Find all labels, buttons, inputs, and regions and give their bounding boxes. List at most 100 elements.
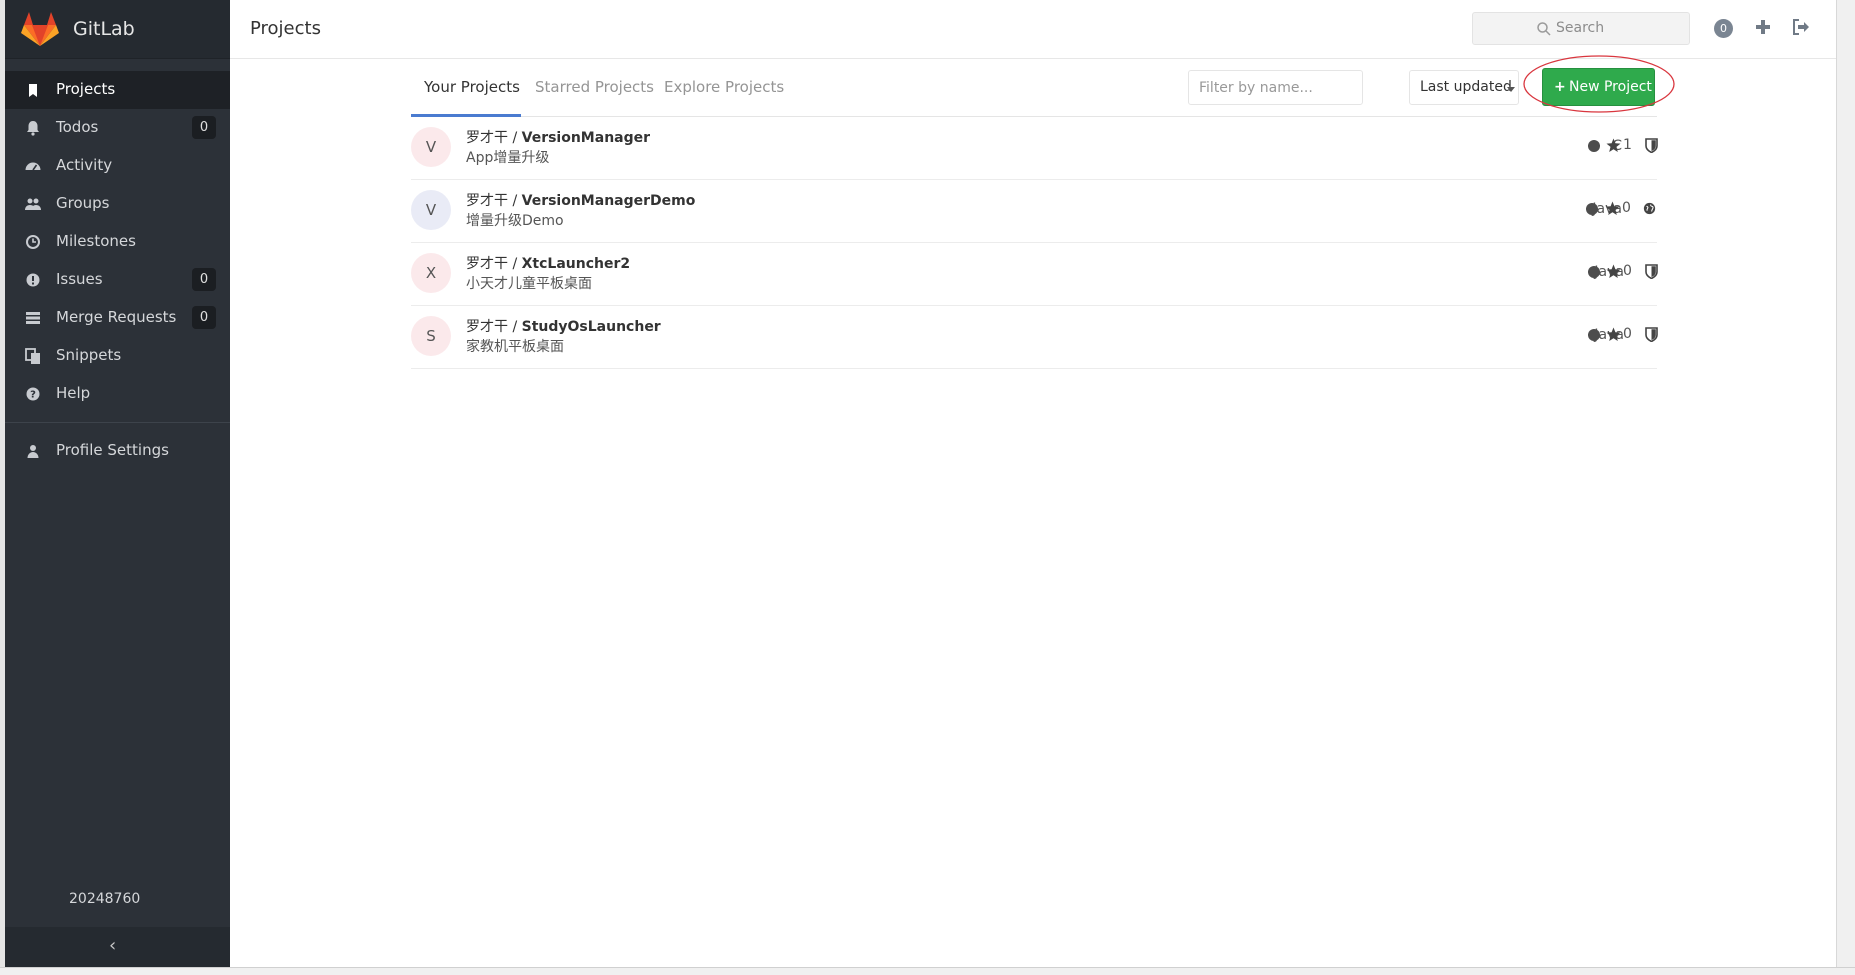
tab-starred-projects[interactable]: Starred Projects	[535, 78, 654, 116]
sidebar-item-todos[interactable]: Todos 0	[5, 109, 230, 147]
bell-icon	[27, 121, 39, 136]
window-frame-bottom	[0, 967, 1855, 975]
window-scrollbar[interactable]	[1836, 0, 1855, 975]
sidebar-item-snippets[interactable]: Snippets	[5, 337, 230, 375]
search-icon	[1537, 22, 1551, 36]
sidebar-item-label: Merge Requests	[56, 308, 177, 326]
build-status-icon	[1588, 266, 1600, 278]
project-row[interactable]: V 罗才干 / VersionManager App增量升级 C 1	[411, 117, 1658, 180]
bookmark-icon	[29, 84, 37, 97]
star-icon	[1606, 138, 1621, 152]
sidebar-item-activity[interactable]: Activity	[5, 147, 230, 185]
sidebar-item-merge-requests[interactable]: Merge Requests 0	[5, 299, 230, 337]
star-count: 1	[1623, 137, 1632, 153]
list-icon	[26, 312, 40, 324]
project-namespace: 罗才干 /	[466, 193, 522, 209]
project-avatar[interactable]: V	[411, 127, 451, 167]
issues-count-badge: 0	[192, 268, 216, 291]
project-row[interactable]: X 罗才干 / XtcLauncher2 小天才儿童平板桌面 Java 0	[411, 243, 1658, 306]
dashboard-icon	[25, 162, 41, 171]
sidebar-item-label: Activity	[56, 156, 113, 174]
project-avatar[interactable]: S	[411, 316, 451, 356]
project-name: StudyOsLauncher	[521, 319, 661, 335]
sidebar-divider	[5, 422, 230, 423]
sidebar-item-label: Todos	[56, 118, 99, 136]
project-title[interactable]: 罗才干 / VersionManager	[466, 127, 650, 147]
sidebar-item-label: Profile Settings	[56, 441, 169, 459]
app-name[interactable]: GitLab	[73, 18, 135, 40]
question-circle-icon: ?	[26, 387, 40, 401]
plus-icon[interactable]	[1753, 17, 1773, 37]
svg-text:?: ?	[30, 390, 36, 401]
build-status-icon	[1588, 140, 1600, 152]
sort-dropdown-label: Last updated	[1420, 79, 1512, 95]
star-icon	[1606, 327, 1621, 341]
star-icon	[1605, 201, 1620, 215]
sign-out-icon[interactable]	[1791, 17, 1811, 37]
project-avatar[interactable]: X	[411, 253, 451, 293]
project-title[interactable]: 罗才干 / XtcLauncher2	[466, 253, 630, 273]
star-count: 0	[1623, 326, 1632, 342]
build-status-icon	[1588, 329, 1600, 341]
project-namespace: 罗才干 /	[466, 130, 522, 146]
project-list: V 罗才干 / VersionManager App增量升级 C 1 V 罗才干…	[411, 117, 1658, 369]
gitlab-logo-icon[interactable]	[20, 11, 60, 47]
lock-shield-icon	[1645, 138, 1658, 153]
new-project-label: New Project	[1569, 79, 1652, 95]
new-project-button[interactable]: + New Project	[1542, 68, 1655, 106]
sidebar-nav: Projects Todos 0 Activity Groups Milesto…	[5, 71, 230, 413]
page-title: Projects	[250, 18, 321, 39]
users-icon	[25, 198, 41, 210]
tab-your-projects[interactable]: Your Projects	[424, 78, 520, 116]
search-placeholder: Search	[1556, 20, 1605, 36]
project-row[interactable]: V 罗才干 / VersionManagerDemo 增量升级Demo Java…	[411, 180, 1657, 243]
project-title[interactable]: 罗才干 / StudyOsLauncher	[466, 316, 661, 336]
sidebar-item-label: Groups	[56, 194, 110, 212]
project-name: XtcLauncher2	[521, 256, 631, 272]
project-namespace: 罗才干 /	[466, 256, 522, 272]
sidebar-item-groups[interactable]: Groups	[5, 185, 230, 223]
lock-shield-icon	[1645, 327, 1658, 342]
sort-dropdown[interactable]: Last updated	[1409, 70, 1519, 105]
caret-down-icon	[1507, 87, 1515, 92]
filter-by-name-field[interactable]	[1188, 70, 1363, 105]
sidebar-header: GitLab	[5, 0, 230, 59]
sidebar-item-issues[interactable]: Issues 0	[5, 261, 230, 299]
user-id[interactable]: 20248760	[69, 891, 140, 907]
filter-by-name-input[interactable]	[1189, 71, 1359, 104]
sidebar-item-projects[interactable]: Projects	[5, 71, 230, 109]
project-row[interactable]: S 罗才干 / StudyOsLauncher 家教机平板桌面 Java 0	[411, 306, 1658, 369]
sidebar-item-help[interactable]: ? Help	[5, 375, 230, 413]
copy-icon	[25, 348, 40, 364]
globe-icon	[1643, 202, 1656, 215]
star-icon	[1606, 264, 1621, 278]
collapse-sidebar-button[interactable]: ‹	[5, 927, 230, 967]
sidebar-item-label: Milestones	[56, 232, 136, 250]
sidebar-item-label: Help	[56, 384, 91, 402]
lock-shield-icon	[1645, 264, 1658, 279]
build-status-icon	[1586, 203, 1598, 215]
sidebar-item-profile-settings[interactable]: Profile Settings	[5, 432, 230, 470]
search-input[interactable]: Search	[1472, 12, 1690, 45]
user-icon	[27, 445, 39, 458]
top-header: Projects Search 0	[230, 0, 1836, 59]
sidebar-item-label: Issues	[56, 270, 103, 288]
sidebar-item-label: Snippets	[56, 346, 122, 364]
sidebar-item-milestones[interactable]: Milestones	[5, 223, 230, 261]
tab-explore-projects[interactable]: Explore Projects	[664, 78, 784, 116]
todos-count-badge: 0	[192, 116, 216, 139]
project-avatar[interactable]: V	[411, 190, 451, 230]
project-title[interactable]: 罗才干 / VersionManagerDemo	[466, 190, 695, 210]
project-name: VersionManager	[521, 130, 651, 146]
clock-icon	[26, 235, 40, 249]
project-namespace: 罗才干 /	[466, 319, 522, 335]
todos-header-badge[interactable]: 0	[1714, 19, 1733, 38]
sidebar-item-label: Projects	[56, 80, 116, 98]
star-count: 0	[1622, 200, 1631, 216]
star-count: 0	[1623, 263, 1632, 279]
project-description: App增量升级	[466, 150, 550, 166]
sidebar: GitLab Projects Todos 0 Activity Groups …	[5, 0, 230, 967]
project-description: 增量升级Demo	[466, 213, 564, 229]
chevron-left-icon: ‹	[109, 935, 117, 956]
project-name: VersionManagerDemo	[521, 193, 696, 209]
